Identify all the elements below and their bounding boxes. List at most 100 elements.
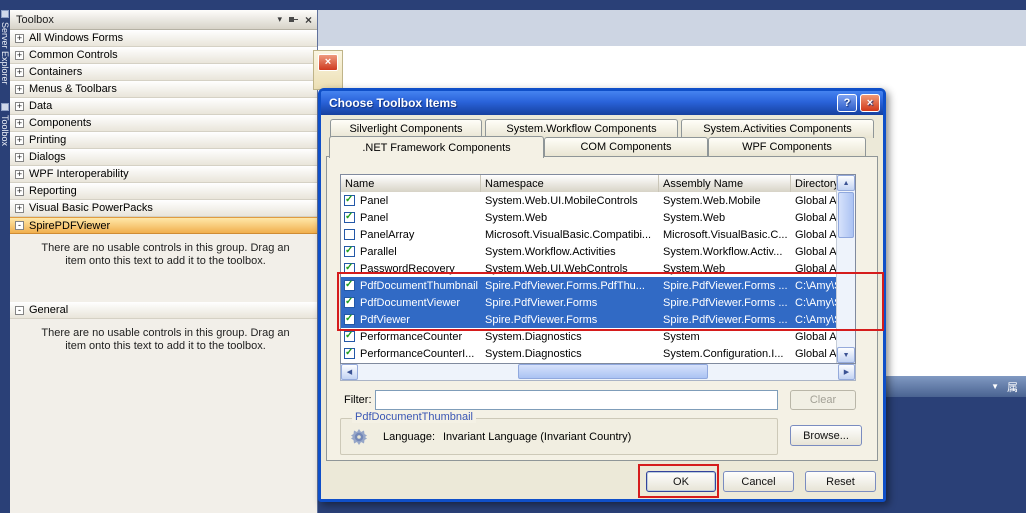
row-checkbox[interactable] xyxy=(344,263,355,274)
scroll-down-icon[interactable]: ▼ xyxy=(837,347,855,363)
table-row[interactable]: PerformanceCounter System.Diagnostics Sy… xyxy=(341,328,836,345)
window-menu-icon[interactable]: ▾ xyxy=(277,14,282,25)
component-assembly: System.Workflow.Activ... xyxy=(663,246,782,258)
table-row[interactable]: PdfViewer Spire.PdfViewer.Forms Spire.Pd… xyxy=(341,311,836,328)
expander-icon[interactable]: + xyxy=(15,102,24,111)
expander-icon[interactable]: + xyxy=(15,136,24,145)
check-icon xyxy=(345,263,353,274)
autohide-panel-tab[interactable]: Toolbox xyxy=(0,103,10,146)
expander-icon[interactable]: + xyxy=(15,204,24,213)
table-row[interactable]: PdfDocumentViewer Spire.PdfViewer.Forms … xyxy=(341,294,836,311)
clear-button: Clear xyxy=(790,390,856,410)
close-button[interactable]: × xyxy=(860,94,880,112)
expander-icon[interactable]: + xyxy=(15,51,24,60)
tab-label: System.Activities Components xyxy=(703,123,852,135)
close-icon[interactable]: × xyxy=(318,54,338,71)
tab[interactable]: WPF Components xyxy=(708,137,866,156)
row-checkbox[interactable] xyxy=(344,212,355,223)
scrollbar-thumb[interactable] xyxy=(838,192,854,238)
component-namespace: System.Web.UI.WebControls xyxy=(485,263,628,275)
scroll-up-icon[interactable]: ▲ xyxy=(837,175,855,191)
cancel-button[interactable]: Cancel xyxy=(723,471,794,492)
scrollbar-track[interactable] xyxy=(358,364,838,380)
component-assembly: System xyxy=(663,331,700,343)
table-row[interactable]: Parallel System.Workflow.Activities Syst… xyxy=(341,243,836,260)
toolbox-titlebar[interactable]: Toolbox ▾ × xyxy=(10,10,317,30)
toolbox-group-header[interactable]: + All Windows Forms xyxy=(10,30,317,47)
column-header[interactable]: Directory xyxy=(791,175,836,192)
scrollbar-track[interactable] xyxy=(837,239,855,347)
scroll-left-icon[interactable]: ◀ xyxy=(341,364,358,380)
tab[interactable]: COM Components xyxy=(544,137,708,156)
expander-icon[interactable]: + xyxy=(15,85,24,94)
toolbox-group-header[interactable]: + Components xyxy=(10,115,317,132)
component-namespace: System.Web.UI.MobileControls xyxy=(485,195,638,207)
filter-input[interactable] xyxy=(375,390,778,410)
expander-icon[interactable]: - xyxy=(15,306,24,315)
table-row[interactable]: Panel System.Web.UI.MobileControls Syste… xyxy=(341,192,836,209)
table-row[interactable]: Panel System.Web System.Web Global Ass..… xyxy=(341,209,836,226)
row-checkbox[interactable] xyxy=(344,314,355,325)
reset-button[interactable]: Reset xyxy=(805,471,876,492)
column-header[interactable]: Name xyxy=(341,175,481,192)
tab[interactable]: .NET Framework Components xyxy=(329,136,544,158)
column-header[interactable]: Namespace xyxy=(481,175,659,192)
row-checkbox[interactable] xyxy=(344,280,355,291)
toolbox-group-label: SpirePDFViewer xyxy=(29,220,110,232)
expander-icon[interactable]: + xyxy=(15,187,24,196)
toolbox-group-header[interactable]: - SpirePDFViewer xyxy=(10,217,317,234)
column-header[interactable]: Assembly Name xyxy=(659,175,791,192)
toolbox-group-header[interactable]: - General xyxy=(10,302,317,319)
table-row[interactable]: PerformanceCounterI... System.Diagnostic… xyxy=(341,345,836,362)
cell-namespace: Spire.PdfViewer.Forms xyxy=(481,314,659,326)
component-assembly: System.Web xyxy=(663,212,725,224)
scrollbar-thumb[interactable] xyxy=(518,364,708,379)
toolbox-group-header[interactable]: + Containers xyxy=(10,64,317,81)
dialog-titlebar[interactable]: Choose Toolbox Items ? × xyxy=(321,91,883,115)
toolbox-group-header[interactable]: + Data xyxy=(10,98,317,115)
row-checkbox[interactable] xyxy=(344,246,355,257)
component-namespace: System.Diagnostics xyxy=(485,331,582,343)
toolbox-group-header[interactable]: + Reporting xyxy=(10,183,317,200)
expander-icon[interactable]: + xyxy=(15,119,24,128)
pin-icon[interactable] xyxy=(289,15,298,24)
scroll-right-icon[interactable]: ▶ xyxy=(838,364,855,380)
table-row[interactable]: PanelArray Microsoft.VisualBasic.Compati… xyxy=(341,226,836,243)
row-checkbox[interactable] xyxy=(344,331,355,342)
component-directory: Global Ass... xyxy=(795,348,836,360)
toolbox-group-header[interactable]: + Visual Basic PowerPacks xyxy=(10,200,317,217)
browse-button[interactable]: Browse... xyxy=(790,425,862,446)
expander-icon[interactable]: + xyxy=(15,153,24,162)
horizontal-scrollbar[interactable]: ◀ ▶ xyxy=(340,364,856,381)
cell-directory: C:\Amy\S... xyxy=(791,280,836,292)
cell-directory: Global Ass... xyxy=(791,229,836,241)
cell-namespace: System.Diagnostics xyxy=(481,348,659,360)
chevron-down-icon[interactable]: ▼ xyxy=(991,382,999,391)
selected-component-label: PdfDocumentThumbnail xyxy=(352,411,476,423)
table-row[interactable]: PasswordRecovery System.Web.UI.WebContro… xyxy=(341,260,836,277)
toolbox-group-header[interactable]: + WPF Interoperability xyxy=(10,166,317,183)
table-row[interactable]: PdfDocumentThumbnail Spire.PdfViewer.For… xyxy=(341,277,836,294)
row-checkbox[interactable] xyxy=(344,297,355,308)
expander-icon[interactable]: + xyxy=(15,68,24,77)
toolbox-group-header[interactable]: + Printing xyxy=(10,132,317,149)
vertical-scrollbar[interactable]: ▲ ▼ xyxy=(836,175,855,363)
cell-directory: Global Ass... xyxy=(791,348,836,360)
row-checkbox[interactable] xyxy=(344,348,355,359)
autohide-panel-tab[interactable]: Server Explorer xyxy=(0,10,10,85)
expander-icon[interactable]: - xyxy=(15,221,24,230)
toolbox-group-header[interactable]: + Menus & Toolbars xyxy=(10,81,317,98)
expander-icon[interactable]: + xyxy=(15,170,24,179)
help-button[interactable]: ? xyxy=(837,94,857,112)
component-directory: Global Ass... xyxy=(795,263,836,275)
toolbox-group-header[interactable]: + Dialogs xyxy=(10,149,317,166)
row-checkbox[interactable] xyxy=(344,195,355,206)
cell-namespace: Spire.PdfViewer.Forms.PdfThu... xyxy=(481,280,659,292)
table-header: Name Namespace Assembly Name Directory xyxy=(341,175,836,192)
expander-icon[interactable]: + xyxy=(15,34,24,43)
toolbox-group-header[interactable]: + Common Controls xyxy=(10,47,317,64)
ok-button[interactable]: OK xyxy=(646,471,716,492)
close-icon[interactable]: × xyxy=(305,15,312,25)
cell-directory: Global Ass... xyxy=(791,246,836,258)
row-checkbox[interactable] xyxy=(344,229,355,240)
